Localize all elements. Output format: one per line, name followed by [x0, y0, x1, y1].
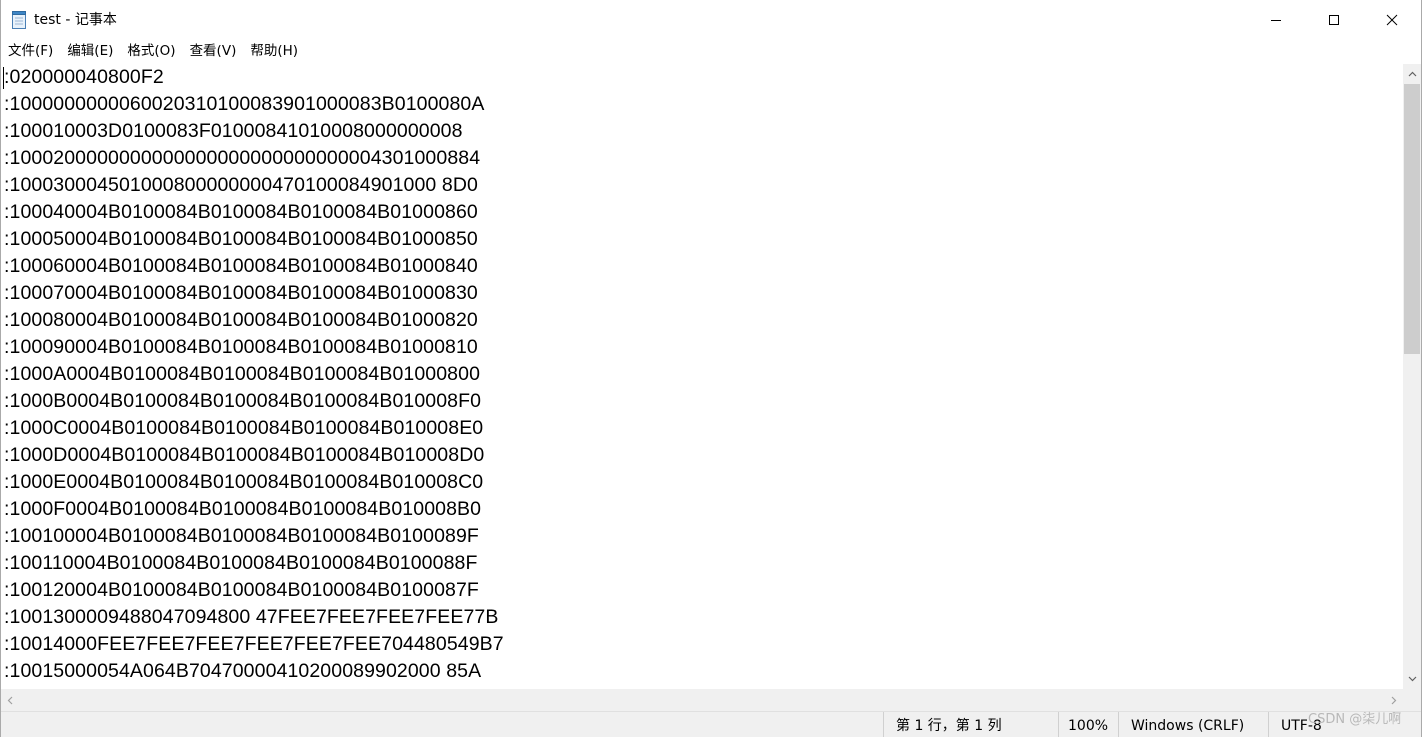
text-line: :100080004B0100084B0100084B0100084B01000… [4, 309, 478, 331]
minimize-icon [1271, 20, 1281, 21]
text-line: :100010003D0100083F010008410100080000000… [4, 120, 463, 142]
notepad-app-icon [12, 11, 26, 29]
horizontal-scrollbar[interactable] [1, 689, 1403, 711]
notepad-window: test - 记事本 文件(F) 编辑(E) 格式(O) 查看(V) 帮助(H)… [0, 0, 1422, 737]
status-zoom: 100% [1058, 712, 1118, 737]
scroll-right-button[interactable] [1385, 689, 1403, 711]
text-line: :1000B0004B0100084B0100084B0100084B01000… [4, 390, 482, 412]
text-line: :100030004501000800000000470100084901000… [4, 174, 478, 196]
text-line: :100020000000000000000000000000000430100… [4, 147, 481, 169]
menu-format[interactable]: 格式(O) [120, 40, 182, 63]
chevron-up-icon [1408, 71, 1416, 77]
close-button[interactable] [1363, 0, 1421, 40]
text-line: :1000F0004B0100084B0100084B0100084B01000… [4, 498, 482, 520]
text-line: :1000C0004B0100084B0100084B0100084B01000… [4, 417, 484, 439]
menu-view[interactable]: 查看(V) [183, 40, 244, 63]
text-line: :100110004B0100084B0100084B0100084B01000… [4, 552, 478, 574]
text-line: :100090004B0100084B0100084B0100084B01000… [4, 336, 478, 358]
scroll-up-button[interactable] [1403, 64, 1421, 84]
window-title: test - 记事本 [34, 12, 117, 28]
status-line-ending: Windows (CRLF) [1118, 712, 1268, 737]
vertical-scrollbar[interactable] [1403, 64, 1421, 689]
title-bar[interactable]: test - 记事本 [1, 0, 1421, 40]
vertical-scroll-thumb[interactable] [1404, 84, 1420, 354]
maximize-button[interactable] [1305, 0, 1363, 40]
status-bar: 第 1 行，第 1 列 100% Windows (CRLF) UTF-8 [1, 711, 1421, 737]
maximize-icon [1329, 15, 1339, 25]
csdn-watermark: CSDN @柒儿啊 [1308, 712, 1402, 727]
text-line: :100120004B0100084B0100084B0100084B01000… [4, 579, 479, 601]
text-line: :1000D0004B0100084B0100084B0100084B01000… [4, 444, 485, 466]
text-line: :020000040800F2 [4, 66, 164, 88]
text-line: :100100004B0100084B0100084B0100084B01000… [4, 525, 479, 547]
scrollbar-corner [1403, 689, 1421, 711]
minimize-button[interactable] [1247, 0, 1305, 40]
text-line: :100070004B0100084B0100084B0100084B01000… [4, 282, 478, 304]
menu-file[interactable]: 文件(F) [1, 40, 60, 63]
text-line: :1001300009488047094800 47FEE7FEE7FEE7FE… [4, 606, 499, 628]
text-caret [3, 67, 4, 89]
text-line: :100050004B0100084B0100084B0100084B01000… [4, 228, 478, 250]
chevron-down-icon [1408, 676, 1416, 682]
text-line: :100040004B0100084B0100084B0100084B01000… [4, 201, 478, 223]
menu-bar: 文件(F) 编辑(E) 格式(O) 查看(V) 帮助(H) [1, 40, 1421, 63]
text-line: :10015000054A064B70470000410200089902000… [4, 660, 482, 682]
chevron-right-icon [1391, 696, 1397, 704]
chevron-left-icon [7, 696, 13, 704]
menu-help[interactable]: 帮助(H) [243, 40, 305, 63]
text-line: :1000000000060020310100083901000083B0100… [4, 93, 485, 115]
text-editor[interactable]: :020000040800F2 :100000000006002031010008… [1, 64, 1403, 689]
text-line: :1000E0004B0100084B0100084B0100084B01000… [4, 471, 484, 493]
text-line: :100060004B0100084B0100084B0100084B01000… [4, 255, 478, 277]
close-icon [1386, 14, 1398, 26]
text-line: :10014000FEE7FEE7FEE7FEE7FEE7FEE70448054… [4, 633, 504, 655]
status-cursor-position: 第 1 行，第 1 列 [883, 712, 1058, 737]
menu-edit[interactable]: 编辑(E) [60, 40, 120, 63]
scroll-left-button[interactable] [1, 689, 19, 711]
scroll-down-button[interactable] [1403, 669, 1421, 689]
text-line: :1000A0004B0100084B0100084B0100084B01000… [4, 363, 481, 385]
